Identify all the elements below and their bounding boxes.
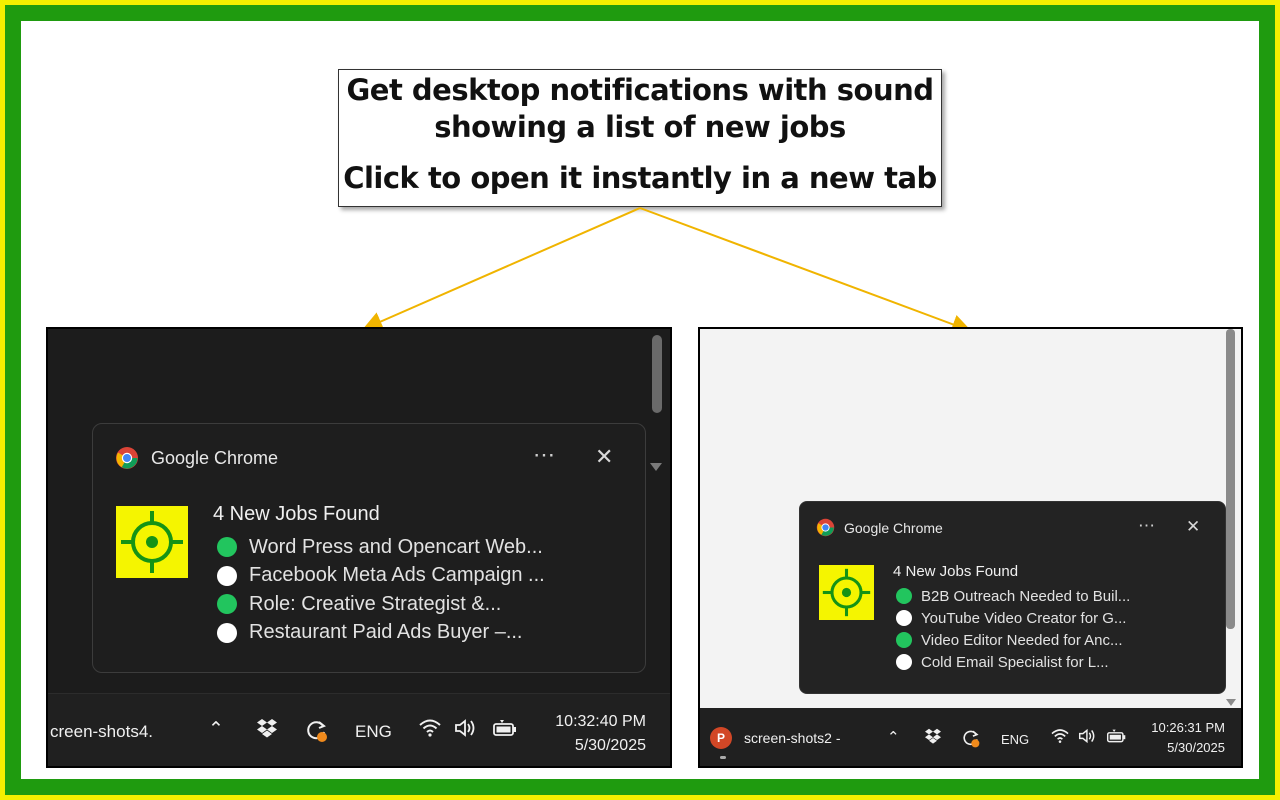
status-dot: [217, 565, 237, 586]
job-item[interactable]: Facebook Meta Ads Campaign ...: [217, 562, 545, 591]
app-name: Google Chrome: [844, 519, 943, 536]
job-alert-crosshair-icon: [116, 506, 188, 578]
status-dot: [896, 610, 912, 626]
scrollbar-thumb[interactable]: [1226, 329, 1235, 629]
job-title: Cold Email Specialist for L...: [921, 653, 1109, 671]
chrome-notification[interactable]: Google Chrome ⋯ ✕ 4 New Jobs Found B2B O…: [799, 501, 1226, 694]
status-dot: [217, 537, 237, 558]
dropbox-icon[interactable]: [924, 728, 942, 748]
language-indicator[interactable]: ENG: [1001, 732, 1029, 747]
system-clock[interactable]: 10:32:40 PM 5/30/2025: [555, 710, 646, 758]
scroll-down-arrow-icon[interactable]: [650, 463, 662, 471]
clock-date: 5/30/2025: [574, 737, 646, 754]
callout-box: Get desktop notifications with sound sho…: [338, 69, 942, 207]
chrome-notification[interactable]: Google Chrome ⋯ ✕ 4 New Jobs Found Word …: [92, 423, 646, 673]
clock-time: 10:32:40 PM: [555, 713, 646, 730]
sync-icon[interactable]: [960, 728, 981, 753]
status-dot: [896, 588, 912, 604]
volume-icon[interactable]: [1078, 728, 1099, 748]
close-icon[interactable]: ✕: [595, 444, 613, 470]
battery-icon[interactable]: [492, 718, 518, 744]
job-alert-crosshair-icon: [819, 565, 874, 620]
taskbar-app-label[interactable]: screen-shots2 -: [744, 730, 840, 746]
chevron-up-icon[interactable]: ⌃: [208, 718, 224, 741]
notification-header: Google Chrome: [115, 446, 278, 470]
sync-icon[interactable]: [303, 718, 329, 750]
scrollbar-thumb[interactable]: [652, 335, 662, 413]
wifi-icon[interactable]: [418, 718, 442, 744]
job-list: B2B Outreach Needed to Buil... YouTube V…: [896, 585, 1130, 673]
more-options-icon[interactable]: ⋯: [533, 442, 556, 468]
battery-icon[interactable]: [1106, 728, 1127, 748]
taskbar: creen-shots4. ⌃ ENG 10:32:40 PM 5/30/202…: [48, 693, 670, 766]
volume-icon[interactable]: [454, 718, 480, 744]
notification-title: 4 New Jobs Found: [893, 563, 1019, 580]
job-title: Restaurant Paid Ads Buyer –...: [249, 621, 523, 644]
job-title: YouTube Video Creator for G...: [921, 609, 1127, 627]
close-icon[interactable]: ✕: [1186, 517, 1200, 537]
more-options-icon[interactable]: ⋯: [1138, 516, 1155, 536]
wifi-icon[interactable]: [1050, 728, 1070, 748]
status-dot: [217, 594, 237, 615]
job-item[interactable]: B2B Outreach Needed to Buil...: [896, 585, 1130, 607]
powerpoint-icon[interactable]: P: [710, 727, 732, 749]
taskbar-app-label[interactable]: creen-shots4.: [50, 722, 153, 742]
job-list: Word Press and Opencart Web... Facebook …: [217, 533, 545, 647]
callout-line-2: showing a list of new jobs: [434, 110, 846, 144]
callout-line-3: Click to open it instantly in a new tab: [343, 161, 937, 195]
app-name: Google Chrome: [151, 447, 279, 468]
job-title: Word Press and Opencart Web...: [249, 535, 543, 558]
clock-time: 10:26:31 PM: [1151, 720, 1225, 735]
job-title: B2B Outreach Needed to Buil...: [921, 587, 1131, 605]
job-item[interactable]: Restaurant Paid Ads Buyer –...: [217, 619, 545, 648]
taskbar: P screen-shots2 - ⌃ ENG 10:26:31 PM 5/30…: [700, 708, 1241, 766]
job-item[interactable]: Word Press and Opencart Web...: [217, 533, 545, 562]
job-item[interactable]: Cold Email Specialist for L...: [896, 651, 1130, 673]
status-dot: [896, 632, 912, 648]
callout-line-1: Get desktop notifications with sound: [346, 73, 934, 107]
clock-date: 5/30/2025: [1167, 740, 1225, 755]
job-title: Video Editor Needed for Anc...: [921, 631, 1123, 649]
notification-header: Google Chrome: [816, 518, 943, 537]
status-dot: [896, 654, 912, 670]
left-screenshot: Google Chrome ⋯ ✕ 4 New Jobs Found Word …: [46, 327, 672, 768]
status-dot: [217, 622, 237, 643]
job-item[interactable]: YouTube Video Creator for G...: [896, 607, 1130, 629]
active-app-indicator: [720, 756, 726, 759]
job-title: Facebook Meta Ads Campaign ...: [249, 564, 545, 587]
system-clock[interactable]: 10:26:31 PM 5/30/2025: [1151, 718, 1225, 758]
notification-title: 4 New Jobs Found: [213, 503, 380, 525]
job-title: Role: Creative Strategist &...: [249, 592, 502, 615]
chrome-logo-icon: [116, 447, 138, 469]
chevron-up-icon[interactable]: ⌃: [887, 728, 900, 746]
right-screenshot: Google Chrome ⋯ ✕ 4 New Jobs Found B2B O…: [698, 327, 1243, 768]
job-item[interactable]: Video Editor Needed for Anc...: [896, 629, 1130, 651]
dropbox-icon[interactable]: [256, 718, 278, 744]
chrome-logo-icon: [816, 518, 835, 537]
scroll-down-arrow-icon[interactable]: [1226, 699, 1236, 706]
job-item[interactable]: Role: Creative Strategist &...: [217, 590, 545, 619]
language-indicator[interactable]: ENG: [355, 722, 392, 742]
